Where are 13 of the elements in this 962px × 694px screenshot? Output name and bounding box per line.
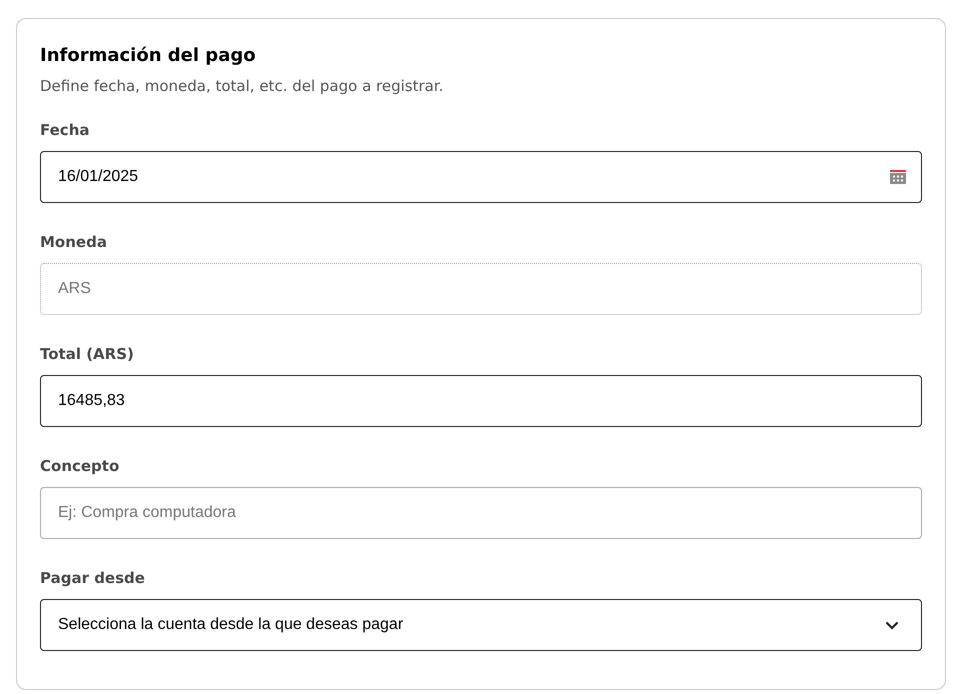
field-label: Total (ARS) bbox=[40, 344, 135, 365]
section-subtitle: Define fecha, moneda, total, etc. del pago a registrar. bbox=[40, 76, 444, 97]
input-field[interactable]: Ej: Compra computadora bbox=[40, 487, 922, 539]
chevron-down-icon bbox=[885, 620, 899, 630]
field-label: Moneda bbox=[40, 232, 108, 253]
field-label: Concepto bbox=[40, 456, 120, 477]
calendar-icon[interactable] bbox=[890, 170, 906, 184]
date-field[interactable]: 16/01/2025 bbox=[40, 151, 922, 203]
section-title: Información del pago bbox=[40, 44, 257, 68]
account-dropdown[interactable]: Selecciona la cuenta desde la que deseas pagar bbox=[40, 599, 922, 651]
field-label: Fecha bbox=[40, 120, 91, 141]
field-label: Pagar desde bbox=[40, 568, 146, 589]
input-field[interactable]: 16485,83 bbox=[40, 375, 922, 427]
